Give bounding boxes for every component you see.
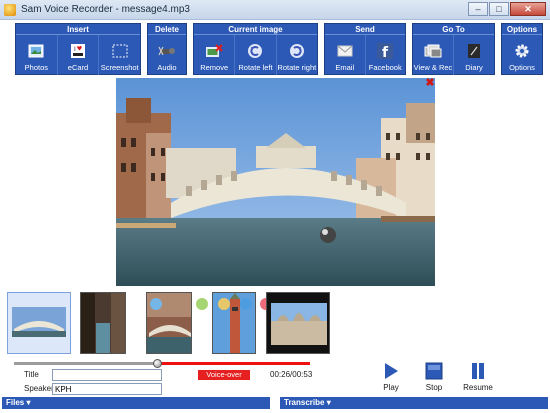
thumbnail-2[interactable] xyxy=(80,292,126,354)
play-icon xyxy=(382,362,400,380)
title-field[interactable] xyxy=(52,369,162,381)
screenshot-icon xyxy=(111,42,129,60)
diary-icon xyxy=(465,42,483,60)
stop-label: Stop xyxy=(425,383,443,392)
group-current-image: Current image Remove Rotate left Rotate … xyxy=(193,23,318,75)
view-rec-label: View & Rec xyxy=(413,63,453,72)
rotate-right-label: Rotate right xyxy=(277,63,317,72)
timecode: 00:26/00:53 xyxy=(270,370,313,379)
minimize-button[interactable]: – xyxy=(468,2,488,16)
email-label: Email xyxy=(335,63,355,72)
transcribe-panel-header[interactable]: Transcribe ▾ xyxy=(280,397,548,409)
title-label: Title xyxy=(24,370,39,379)
image-stage: ✖ xyxy=(0,78,550,290)
recorder-controls: Title Speaker Voice-over 00:26/00:53 Pla… xyxy=(0,358,550,398)
resume-label: Resume xyxy=(463,383,493,392)
audio-marker-yellow[interactable] xyxy=(218,298,230,310)
screenshot-label: Screenshot xyxy=(100,63,139,72)
options-label: Options xyxy=(509,63,535,72)
diary-label: Diary xyxy=(465,63,483,72)
play-label: Play xyxy=(383,383,399,392)
photos-icon xyxy=(27,42,45,60)
current-image[interactable] xyxy=(116,78,435,286)
close-image-icon[interactable]: ✖ xyxy=(425,78,435,89)
app-icon xyxy=(4,3,16,16)
stop-icon xyxy=(425,362,443,380)
thumbnail-5[interactable] xyxy=(266,292,330,354)
audio-label: Audio xyxy=(157,63,177,72)
thumbnail-strip xyxy=(0,290,550,358)
facebook-icon: f xyxy=(376,42,394,60)
files-panel-header[interactable]: Files ▾ xyxy=(2,397,270,409)
view-rec-icon xyxy=(424,42,442,60)
group-goto-title: Go To xyxy=(413,24,494,35)
facebook-button[interactable]: f Facebook xyxy=(366,35,406,75)
group-send-title: Send xyxy=(325,24,405,35)
facebook-label: Facebook xyxy=(368,63,402,72)
remove-image-icon xyxy=(205,42,223,60)
group-delete-title: Delete xyxy=(148,24,186,35)
group-delete: Delete Audio xyxy=(147,23,187,75)
window-controls: – □ ✕ xyxy=(467,2,546,16)
ribbon-toolbar: Insert Photos I eCard Screenshot Delete … xyxy=(0,20,550,78)
ecard-icon: I xyxy=(69,42,87,60)
speaker-label: Speaker xyxy=(24,384,54,393)
audio-delete-button[interactable]: Audio xyxy=(148,35,186,75)
group-options: Options Options xyxy=(501,23,543,75)
title-bar: Sam Voice Recorder - message4.mp3 – □ ✕ xyxy=(0,0,550,20)
group-goto: Go To View & Rec Diary xyxy=(412,23,495,75)
rotate-left-icon xyxy=(246,42,264,60)
svg-text:I: I xyxy=(74,46,76,53)
maximize-button[interactable]: □ xyxy=(489,2,509,16)
seek-bar-played xyxy=(14,362,158,365)
speaker-field[interactable] xyxy=(52,383,162,395)
voiceover-badge: Voice-over xyxy=(198,370,250,380)
gear-icon xyxy=(513,42,531,60)
pause-icon xyxy=(469,362,487,380)
audio-marker-green[interactable] xyxy=(196,298,208,310)
email-button[interactable]: Email xyxy=(325,35,366,75)
rotate-left-button[interactable]: Rotate left xyxy=(235,35,277,75)
svg-text:f: f xyxy=(382,45,389,59)
view-rec-button[interactable]: View & Rec xyxy=(413,35,454,75)
ecard-button[interactable]: I eCard xyxy=(58,35,100,75)
remove-image-button[interactable]: Remove xyxy=(194,35,236,75)
group-insert-title: Insert xyxy=(16,24,140,35)
screenshot-button[interactable]: Screenshot xyxy=(99,35,140,75)
group-options-title: Options xyxy=(502,24,542,35)
group-send: Send Email f Facebook xyxy=(324,23,406,75)
window-title: Sam Voice Recorder - message4.mp3 xyxy=(21,4,190,15)
group-insert: Insert Photos I eCard Screenshot xyxy=(15,23,141,75)
audio-marker-blue[interactable] xyxy=(150,298,162,310)
ecard-label: eCard xyxy=(67,63,89,72)
thumbnail-1[interactable] xyxy=(7,292,71,354)
audio-marker-blue-2[interactable] xyxy=(240,298,252,310)
stop-button[interactable]: Stop xyxy=(418,362,450,392)
rotate-left-label: Rotate left xyxy=(238,63,273,72)
close-button[interactable]: ✕ xyxy=(510,2,546,16)
bottom-panels: Files ▾ Transcribe ▾ xyxy=(0,397,550,413)
play-button[interactable]: Play xyxy=(375,362,407,392)
group-current-image-title: Current image xyxy=(194,24,317,35)
diary-button[interactable]: Diary xyxy=(454,35,494,75)
rotate-right-button[interactable]: Rotate right xyxy=(277,35,317,75)
photos-button[interactable]: Photos xyxy=(16,35,58,75)
remove-label: Remove xyxy=(200,63,229,72)
seek-handle[interactable] xyxy=(153,359,162,368)
email-icon xyxy=(336,42,354,60)
audio-delete-icon xyxy=(158,42,176,60)
photos-label: Photos xyxy=(24,63,49,72)
options-button[interactable]: Options xyxy=(502,35,542,75)
resume-button[interactable]: Resume xyxy=(462,362,494,392)
rotate-right-icon xyxy=(288,42,306,60)
